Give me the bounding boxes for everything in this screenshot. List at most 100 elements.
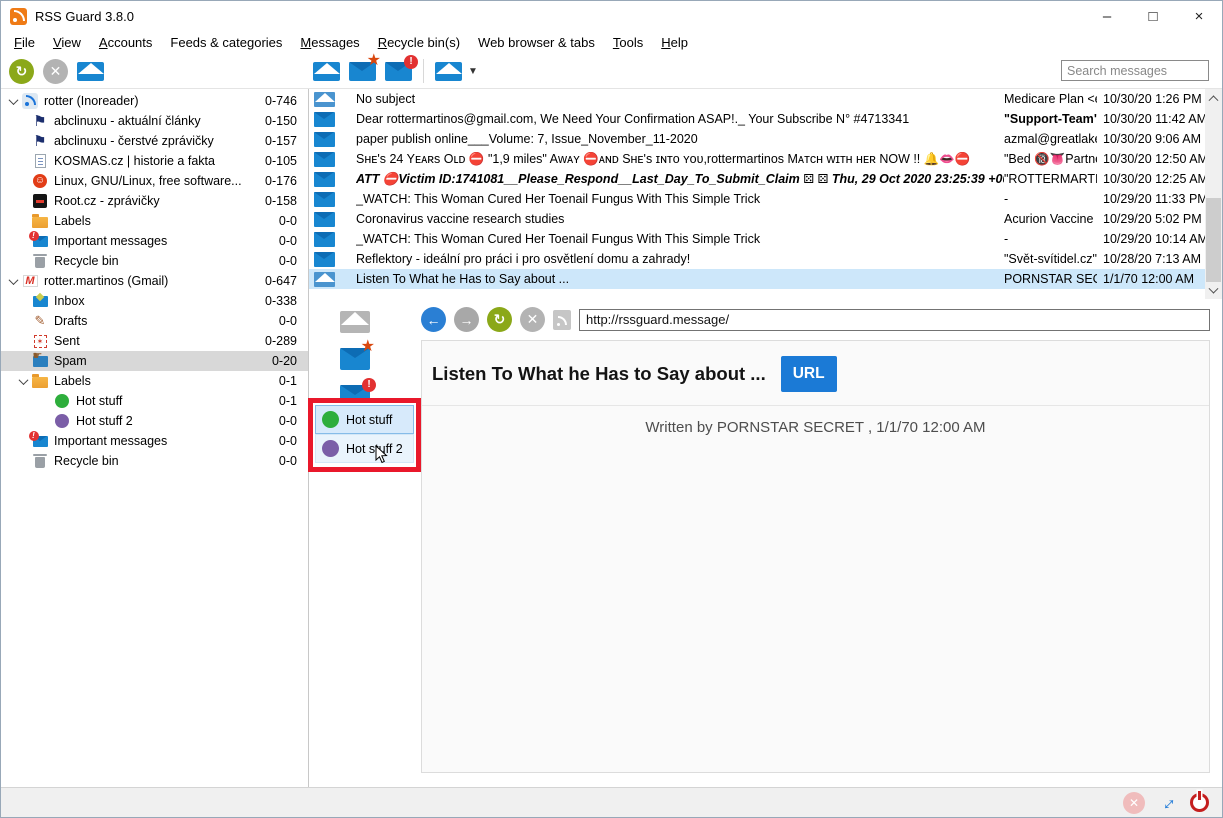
feed-label: Spam	[54, 354, 87, 368]
menu-messages[interactable]: Messages	[291, 33, 368, 52]
message-row[interactable]: _WATCH: This Woman Cured Her Toenail Fun…	[309, 229, 1205, 249]
sidebar-item-hot-stuff-2[interactable]: Hot stuff 20-0	[1, 411, 308, 431]
quit-icon[interactable]	[1190, 793, 1209, 812]
window-title: RSS Guard 3.8.0	[35, 9, 134, 24]
sidebar-item-spam[interactable]: Spam0-20	[1, 351, 308, 371]
menu-accounts[interactable]: Accounts	[90, 33, 161, 52]
unread-total-count: 0-157	[265, 134, 308, 148]
message-actions-icon[interactable]	[435, 62, 462, 81]
sidebar-item-labels[interactable]: Labels0-0	[1, 211, 308, 231]
message-row[interactable]: paper publish online___Volume: 7, Issue_…	[309, 129, 1205, 149]
menubar: FileViewAccountsFeeds & categoriesMessag…	[1, 31, 1222, 54]
message-sender: "Bed 🔞👅Partne...	[1004, 152, 1097, 167]
right-pane: No subjectMedicare Plan <e...10/30/20 1:…	[309, 89, 1222, 787]
mark-feed-read-icon[interactable]	[77, 62, 104, 81]
back-icon[interactable]: ←	[421, 307, 446, 332]
trash-icon	[31, 453, 49, 469]
stop-loading-icon[interactable]: ✕	[520, 307, 545, 332]
menu-web-browser-tabs[interactable]: Web browser & tabs	[469, 33, 604, 52]
feed-label: rotter (Inoreader)	[44, 94, 138, 108]
menu-recycle-bin-s[interactable]: Recycle bin(s)	[369, 33, 469, 52]
sidebar-item-rotter-inoreader[interactable]: rotter (Inoreader)0-746	[1, 91, 308, 111]
scroll-down-icon[interactable]	[1205, 283, 1222, 299]
fullscreen-icon[interactable]: ↔	[1154, 789, 1181, 816]
unread-total-count: 0-289	[265, 334, 308, 348]
envelope-closed-icon	[314, 232, 335, 247]
message-sender: PORNSTAR SECR...	[1004, 272, 1097, 286]
sidebar-item-rotter-martinos-gmail[interactable]: rotter.martinos (Gmail)0-647	[1, 271, 308, 291]
sidebar-item-important-messages[interactable]: Important messages0-0	[1, 431, 308, 451]
sidebar-item-sent[interactable]: Sent0-289	[1, 331, 308, 351]
chevron-down-icon[interactable]: ▼	[468, 66, 478, 77]
menu-file[interactable]: File	[5, 33, 44, 52]
menu-help[interactable]: Help	[652, 33, 697, 52]
label-button-hot-stuff-2[interactable]: Hot stuff 2	[315, 434, 414, 463]
unread-total-count: 0-1	[279, 374, 308, 388]
message-row[interactable]: Listen To What he Has to Say about ...PO…	[309, 269, 1205, 289]
toggle-read-icon[interactable]	[340, 311, 370, 333]
toolbar: ↻ ✕ ▼	[1, 54, 1222, 89]
abclinuxu-icon: ⚑	[31, 133, 49, 149]
unread-total-count: 0-1	[279, 394, 308, 408]
sidebar-item-linux-gnu-linux-free-software[interactable]: Linux, GNU/Linux, free software...0-176	[1, 171, 308, 191]
spam-icon	[31, 353, 49, 369]
sidebar-item-drafts[interactable]: ✎Drafts0-0	[1, 311, 308, 331]
forward-icon[interactable]: →	[454, 307, 479, 332]
message-date: 10/30/20 12:25 AM	[1097, 172, 1205, 186]
search-input[interactable]	[1061, 60, 1209, 81]
refresh-feeds-icon[interactable]: ↻	[9, 59, 34, 84]
message-row[interactable]: _WATCH: This Woman Cured Her Toenail Fun…	[309, 189, 1205, 209]
envelope-open-icon	[314, 272, 335, 287]
message-row[interactable]: No subjectMedicare Plan <e...10/30/20 1:…	[309, 89, 1205, 109]
url-input[interactable]	[579, 309, 1210, 331]
message-subject: _WATCH: This Woman Cured Her Toenail Fun…	[356, 232, 1004, 246]
sidebar-item-root-cz-zpr-vi-ky[interactable]: Root.cz - zprávičky0-158	[1, 191, 308, 211]
menu-tools[interactable]: Tools	[604, 33, 652, 52]
minimize-button[interactable]: –	[1084, 1, 1130, 31]
maximize-button[interactable]: □	[1130, 1, 1176, 31]
reload-icon[interactable]: ↻	[487, 307, 512, 332]
feed-label: KOSMAS.cz | historie a fakta	[54, 154, 215, 168]
menu-view[interactable]: View	[44, 33, 90, 52]
close-button[interactable]: ×	[1176, 1, 1222, 31]
sidebar-item-inbox[interactable]: Inbox0-338	[1, 291, 308, 311]
sidebar-item-abclinuxu-erstv-zpr-vi-ky[interactable]: ⚑abclinuxu - čerstvé zprávičky0-157	[1, 131, 308, 151]
sidebar-item-labels[interactable]: Labels0-1	[1, 371, 308, 391]
message-list-scrollbar[interactable]	[1205, 89, 1222, 299]
scrollbar-thumb[interactable]	[1206, 198, 1221, 282]
message-sender: Medicare Plan <e...	[1004, 92, 1097, 106]
unread-total-count: 0-647	[265, 274, 308, 288]
sidebar-item-abclinuxu-aktu-ln-l-nky[interactable]: ⚑abclinuxu - aktuální články0-150	[1, 111, 308, 131]
feed-label: Labels	[54, 214, 91, 228]
message-row[interactable]: Sʜᴇ's 24 Yᴇᴀʀs Oʟᴅ ⛔ "1,9 miles" Aᴡᴀʏ ⛔ᴀ…	[309, 149, 1205, 169]
unread-total-count: 0-176	[265, 174, 308, 188]
unread-total-count: 0-0	[279, 314, 308, 328]
open-url-button[interactable]: URL	[781, 356, 837, 392]
scroll-up-icon[interactable]	[1205, 89, 1222, 105]
mark-unread-icon[interactable]	[385, 62, 412, 81]
menu-feeds-categories[interactable]: Feeds & categories	[161, 33, 291, 52]
expander-chevron-icon[interactable]	[15, 378, 31, 385]
message-row[interactable]: Reflektory - ideální pro práci i pro osv…	[309, 249, 1205, 269]
sidebar-item-recycle-bin[interactable]: Recycle bin0-0	[1, 451, 308, 471]
sidebar-item-recycle-bin[interactable]: Recycle bin0-0	[1, 251, 308, 271]
kosmas-icon	[31, 153, 49, 169]
toggle-important-icon[interactable]	[340, 348, 370, 370]
message-row[interactable]: Coronavirus vaccine research studiesAcur…	[309, 209, 1205, 229]
sidebar-item-hot-stuff[interactable]: Hot stuff0-1	[1, 391, 308, 411]
expander-chevron-icon[interactable]	[5, 98, 21, 105]
preview-toolbar	[309, 299, 421, 787]
message-row[interactable]: ATT ⛔Victim ID:1741081__Please_Respond__…	[309, 169, 1205, 189]
sidebar-item-important-messages[interactable]: Important messages0-0	[1, 231, 308, 251]
message-date: 10/30/20 11:42 AM	[1097, 112, 1205, 126]
stop-feeds-icon[interactable]: ✕	[43, 59, 68, 84]
mark-important-icon[interactable]	[349, 62, 376, 81]
sidebar-item-kosmas-cz-historie-a-fakta[interactable]: KOSMAS.cz | historie a fakta0-105	[1, 151, 308, 171]
mark-message-read-icon[interactable]	[313, 62, 340, 81]
label-button-hot-stuff[interactable]: Hot stuff	[315, 405, 414, 434]
feed-label: Important messages	[54, 434, 167, 448]
message-row[interactable]: Dear rottermartinos@gmail.com, We Need Y…	[309, 109, 1205, 129]
expander-chevron-icon[interactable]	[5, 278, 21, 285]
app-icon	[10, 8, 27, 25]
message-subject: Coronavirus vaccine research studies	[356, 212, 1004, 226]
